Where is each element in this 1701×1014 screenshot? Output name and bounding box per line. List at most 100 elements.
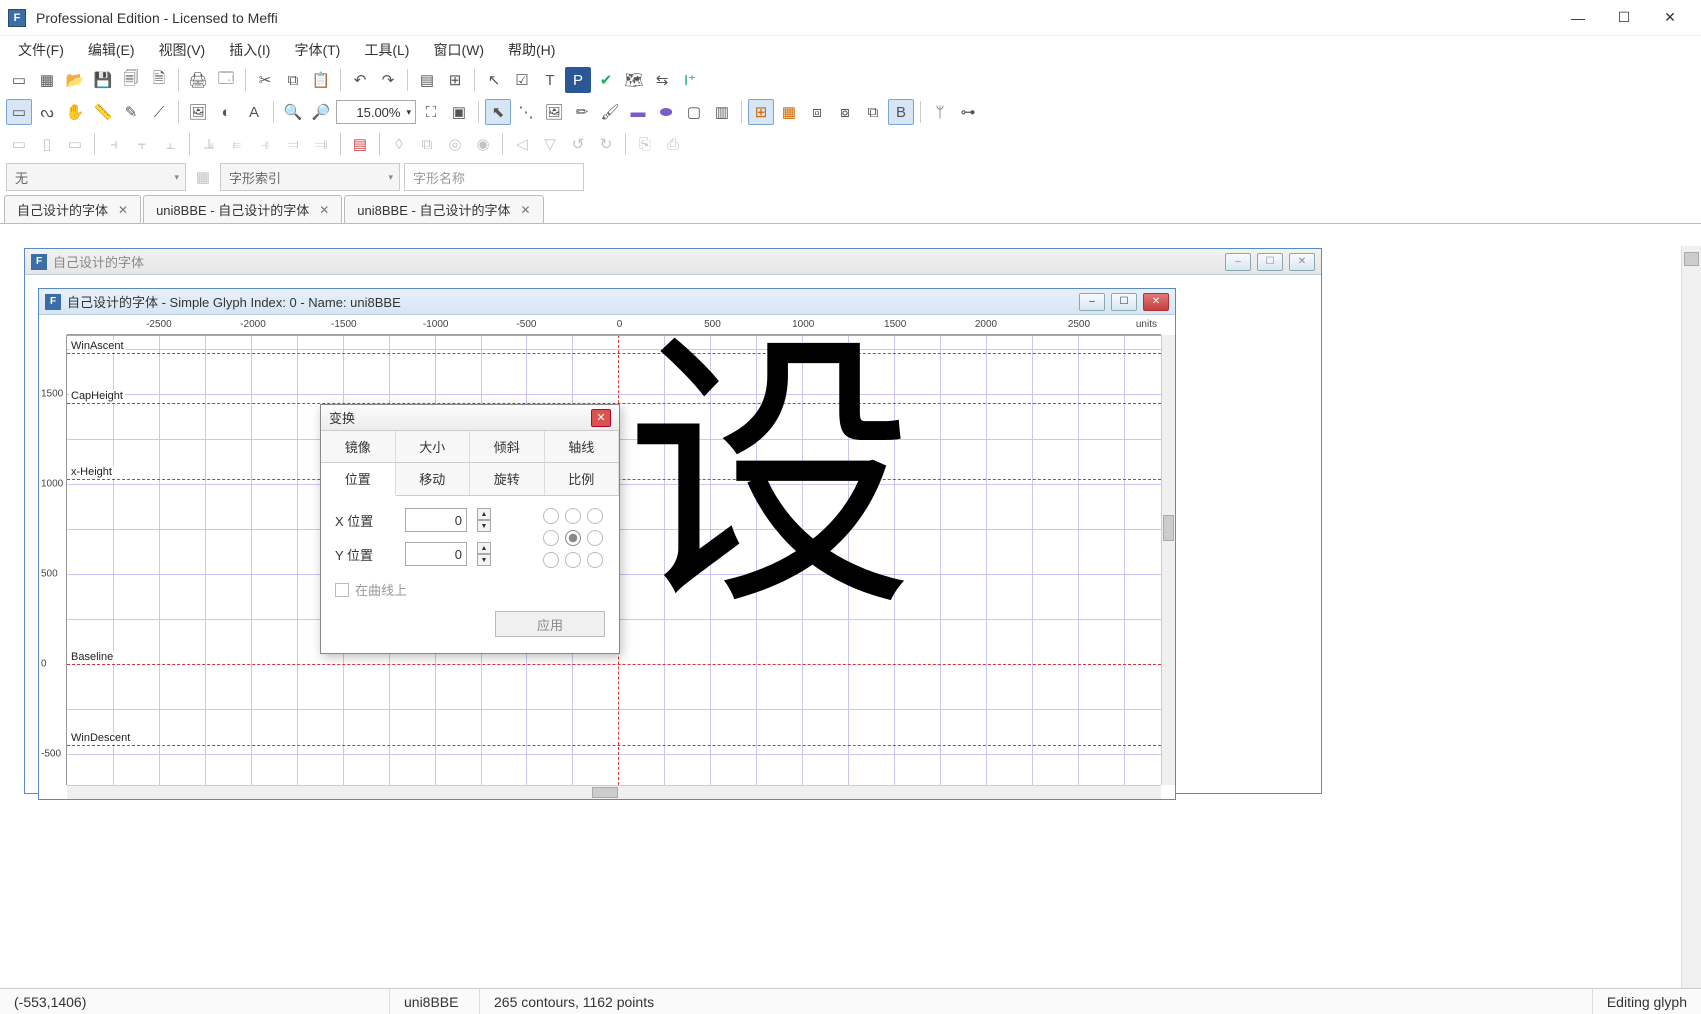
menu-window[interactable]: 窗口(W) xyxy=(423,36,494,64)
baseline-toggle-icon[interactable]: B xyxy=(888,99,914,125)
brush-icon[interactable]: 🖌 xyxy=(597,99,623,125)
graph-icon[interactable]: ⊶ xyxy=(955,99,981,125)
mdi-vertical-scrollbar[interactable] xyxy=(1681,246,1701,988)
zoom-in-icon[interactable]: 🔍 xyxy=(280,99,306,125)
sort-dropdown[interactable]: 字形索引▾ xyxy=(220,163,400,191)
mdi-titlebar[interactable]: F 自己设计的字体 - Simple Glyph Index: 0 - Name… xyxy=(39,289,1175,315)
ellipse-icon[interactable]: ⬬ xyxy=(653,99,679,125)
hand-tool-icon[interactable]: ✋ xyxy=(62,99,88,125)
mdi-minimize[interactable]: – xyxy=(1079,293,1105,311)
window-minimize[interactable]: — xyxy=(1555,3,1601,33)
panel-icon[interactable]: ▥ xyxy=(709,99,735,125)
menu-edit[interactable]: 编辑(E) xyxy=(78,36,145,64)
snap2-icon[interactable]: ⧇ xyxy=(832,99,858,125)
pointer-icon[interactable]: ⬉ xyxy=(485,99,511,125)
on-curve-checkbox[interactable]: 在曲线上 xyxy=(335,580,605,599)
redo-icon[interactable]: ↷ xyxy=(375,67,401,93)
menu-tools[interactable]: 工具(L) xyxy=(354,36,419,64)
fit-icon[interactable]: ⛶ xyxy=(418,99,444,125)
mdi-close[interactable]: ✕ xyxy=(1143,293,1169,311)
cut-icon[interactable]: ✂ xyxy=(252,67,278,93)
select-tool-icon[interactable]: ↖ xyxy=(481,67,507,93)
image-icon[interactable]: 🖼 xyxy=(185,99,211,125)
box-icon[interactable]: ▢ xyxy=(681,99,707,125)
pic-icon[interactable]: 🖼 xyxy=(541,99,567,125)
zoom-input[interactable]: 15.00%▾ xyxy=(336,100,416,124)
tab-move[interactable]: 移动 xyxy=(396,463,471,495)
x-position-input[interactable]: 0 xyxy=(405,508,467,532)
contrast-icon[interactable]: ◐ xyxy=(213,99,239,125)
nodes-icon[interactable]: ⋱ xyxy=(513,99,539,125)
doc-tab[interactable]: 自己设计的字体✕ xyxy=(4,195,141,223)
mdi-maximize[interactable]: ☐ xyxy=(1257,253,1283,271)
kerning-icon[interactable]: ⇆ xyxy=(649,67,675,93)
copy-doc-icon[interactable]: 🗐 xyxy=(118,67,144,93)
char-map-icon[interactable]: 🗺 xyxy=(621,67,647,93)
marquee-tool-icon[interactable]: ▭ xyxy=(6,99,32,125)
new-window-icon[interactable]: ▦ xyxy=(34,67,60,93)
validate-icon[interactable]: ☑ xyxy=(509,67,535,93)
export-icon[interactable]: 🗎 xyxy=(146,67,172,93)
y-spinner[interactable]: ▲▼ xyxy=(477,542,491,566)
anchor-center[interactable] xyxy=(565,530,581,546)
close-icon[interactable]: ✕ xyxy=(118,203,128,217)
print-icon[interactable]: 🖨 xyxy=(185,67,211,93)
undo-icon[interactable]: ↶ xyxy=(347,67,373,93)
preview-icon[interactable]: 🗔 xyxy=(213,67,239,93)
glyph-a-icon[interactable]: A xyxy=(241,99,267,125)
horizontal-scrollbar[interactable] xyxy=(67,785,1161,799)
tree-icon[interactable]: ᛘ xyxy=(927,99,953,125)
panel-toggle-icon[interactable]: ▤ xyxy=(347,131,373,157)
x-spinner[interactable]: ▲▼ xyxy=(477,508,491,532)
vertical-scrollbar[interactable] xyxy=(1161,335,1175,785)
mdi-close[interactable]: ✕ xyxy=(1289,253,1315,271)
category-dropdown[interactable]: 无▾ xyxy=(6,163,186,191)
draw-icon[interactable]: ✏ xyxy=(569,99,595,125)
knife-tool-icon[interactable]: ⟋ xyxy=(146,99,172,125)
layers-icon[interactable]: ▤ xyxy=(414,67,440,93)
close-icon[interactable]: ✕ xyxy=(319,203,329,217)
mdi-minimize[interactable]: – xyxy=(1225,253,1251,271)
tab-rotate[interactable]: 旋转 xyxy=(470,463,545,495)
mdi-titlebar[interactable]: F 自己设计的字体 – ☐ ✕ xyxy=(25,249,1321,275)
name-input[interactable]: 字形名称 xyxy=(404,163,584,191)
check-icon[interactable]: ✔ xyxy=(593,67,619,93)
tab-scale[interactable]: 比例 xyxy=(545,463,620,495)
insert-icon[interactable]: I⁺ xyxy=(677,67,703,93)
grid2-icon[interactable]: ▦ xyxy=(776,99,802,125)
doc-tab[interactable]: uni8BBE - 自己设计的字体✕ xyxy=(344,195,543,223)
tab-skew[interactable]: 倾斜 xyxy=(470,431,545,462)
tab-axis[interactable]: 轴线 xyxy=(545,431,620,462)
apply-button[interactable]: 应用 xyxy=(495,611,605,637)
rect-icon[interactable]: ▬ xyxy=(625,99,651,125)
y-position-input[interactable]: 0 xyxy=(405,542,467,566)
tab-mirror[interactable]: 镜像 xyxy=(321,431,396,462)
copy-icon[interactable]: ⧉ xyxy=(280,67,306,93)
grid-icon[interactable]: ⊞ xyxy=(442,67,468,93)
snap3-icon[interactable]: ⧉ xyxy=(860,99,886,125)
snap1-icon[interactable]: ⧈ xyxy=(804,99,830,125)
doc-tab[interactable]: uni8BBE - 自己设计的字体✕ xyxy=(143,195,342,223)
menu-file[interactable]: 文件(F) xyxy=(8,36,74,64)
save-icon[interactable]: 💾 xyxy=(90,67,116,93)
tab-size[interactable]: 大小 xyxy=(396,431,471,462)
measure-tool-icon[interactable]: 📏 xyxy=(90,99,116,125)
dialog-close-button[interactable]: ✕ xyxy=(591,409,611,427)
menu-view[interactable]: 视图(V) xyxy=(149,36,216,64)
menu-insert[interactable]: 插入(I) xyxy=(219,36,280,64)
anchor-selector[interactable] xyxy=(543,508,605,570)
pen-tool-icon[interactable]: ✎ xyxy=(118,99,144,125)
window-close[interactable]: ✕ xyxy=(1647,3,1693,33)
grid-toggle-icon[interactable]: ⊞ xyxy=(748,99,774,125)
open-icon[interactable]: 📂 xyxy=(62,67,88,93)
menu-font[interactable]: 字体(T) xyxy=(284,36,350,64)
new-icon[interactable]: ▭ xyxy=(6,67,32,93)
window-maximize[interactable]: ☐ xyxy=(1601,3,1647,33)
dialog-titlebar[interactable]: 变换 ✕ xyxy=(321,405,619,431)
close-icon[interactable]: ✕ xyxy=(520,203,530,217)
tab-position[interactable]: 位置 xyxy=(321,463,396,496)
glyph-outline[interactable]: 设 xyxy=(625,335,915,621)
mdi-maximize[interactable]: ☐ xyxy=(1111,293,1137,311)
zoom-out-icon[interactable]: 🔎 xyxy=(308,99,334,125)
paste-icon[interactable]: 📋 xyxy=(308,67,334,93)
